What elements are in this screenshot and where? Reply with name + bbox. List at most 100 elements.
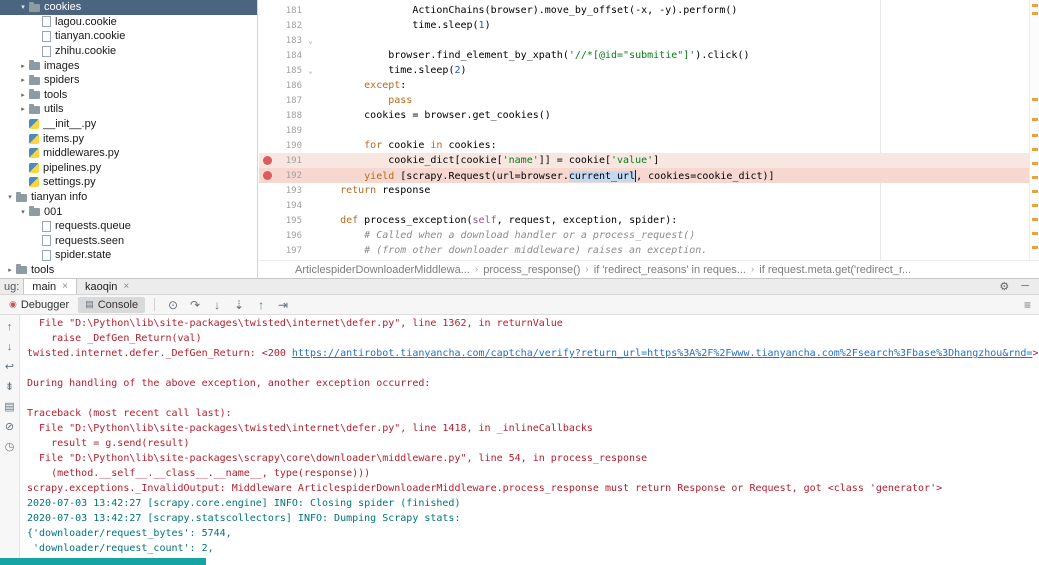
code-line-190[interactable]: 190 for cookie in cookies: [259,138,1039,153]
error-stripe[interactable] [1029,0,1039,260]
tree-item-001[interactable]: ▾ 001 [0,204,257,219]
expanded-arrow-icon[interactable]: ▾ [4,193,16,201]
code-line-182[interactable]: 182 time.sleep(1) [259,18,1039,33]
step-over-icon[interactable]: ↷ [184,298,206,312]
tree-item-requests-seen[interactable]: requests.seen [0,234,257,249]
code-text[interactable]: for cookie in cookies: [316,140,496,151]
breakpoint-gutter[interactable] [259,183,275,198]
line-number[interactable]: 185 [275,66,305,76]
line-number[interactable]: 197 [275,246,305,256]
code-line-191[interactable]: 191 cookie_dict[cookie['name']] = cookie[… [259,153,1039,168]
warning-tick[interactable] [1032,176,1038,179]
tree-item-spiders[interactable]: ▸ spiders [0,73,257,88]
line-number[interactable]: 186 [275,81,305,91]
warning-tick[interactable] [1032,246,1038,249]
code-line-187[interactable]: 187 pass [259,93,1039,108]
code-text[interactable]: cookie_dict[cookie['name']] = cookie['va… [316,155,659,166]
code-line-184[interactable]: 184 browser.find_element_by_xpath('//*[@i… [259,48,1039,63]
code-text[interactable]: yield [scrapy.Request(url=browser.curren… [316,169,775,182]
code-text[interactable]: ActionChains(browser).move_by_offset(-x,… [316,5,737,16]
breakpoint-gutter[interactable] [259,3,275,18]
history-icon[interactable]: ◷ [2,440,18,454]
taskbar-fragment[interactable] [0,558,206,565]
step-out-icon[interactable]: ↑ [250,298,272,312]
line-number[interactable]: 182 [275,21,305,31]
breakpoint-gutter[interactable] [259,18,275,33]
code-editor[interactable]: 181 ActionChains(browser).move_by_offset(… [259,0,1039,260]
warning-tick[interactable] [1032,134,1038,137]
down-stack-trace-icon[interactable]: ↓ [2,340,18,354]
tree-item-lagou-cookie[interactable]: lagou.cookie [0,15,257,30]
breakpoint-gutter[interactable] [259,138,275,153]
collapsed-arrow-icon[interactable]: ▸ [17,76,29,84]
fold-arrow-icon[interactable]: ⌄ [305,36,316,45]
warning-tick[interactable] [1032,98,1038,101]
line-number[interactable]: 193 [275,186,305,196]
line-number[interactable]: 183 [275,36,305,46]
breakpoint-gutter[interactable] [259,78,275,93]
up-stack-trace-icon[interactable]: ↑ [2,320,18,334]
settings-gear-icon[interactable]: ⚙ [999,280,1009,293]
expanded-arrow-icon[interactable]: ▾ [17,208,29,216]
breakpoint-gutter[interactable] [259,213,275,228]
warning-tick[interactable] [1032,118,1038,121]
breadcrumb-item[interactable]: ArticlespiderDownloaderMiddlewa... [295,264,470,276]
breakpoint-gutter[interactable] [259,123,275,138]
code-line-192[interactable]: 192 yield [scrapy.Request(url=browser.cur… [259,168,1039,183]
line-number[interactable]: 189 [275,126,305,136]
line-number[interactable]: 194 [275,201,305,211]
warning-tick[interactable] [1032,4,1038,7]
breakpoint-gutter[interactable] [259,108,275,123]
tree-item-init-py[interactable]: __init__.py [0,117,257,132]
line-number[interactable]: 191 [275,156,305,166]
breakpoint-gutter[interactable] [259,63,275,78]
code-text[interactable]: # Called when a download handler or a pr… [316,230,695,241]
code-line-183[interactable]: 183 ⌄ [259,33,1039,48]
tree-item-cookies[interactable]: ▾ cookies [0,0,257,15]
console-menu-icon[interactable]: ≡ [1024,298,1031,312]
warning-tick[interactable] [1032,162,1038,165]
tree-item-requests-queue[interactable]: requests.queue [0,219,257,234]
run-tab-main[interactable]: main × [23,279,77,294]
breakpoint-icon[interactable] [262,156,272,165]
code-text[interactable]: time.sleep(2) [316,65,466,76]
soft-wrap-icon[interactable]: ↩ [2,360,18,374]
close-icon[interactable]: × [62,281,68,292]
code-text[interactable]: time.sleep(1) [316,20,490,31]
code-text[interactable]: # (from other downloader middleware) rai… [316,245,707,256]
tree-item-middlewares-py[interactable]: middlewares.py [0,146,257,161]
tree-item-images[interactable]: ▸ images [0,58,257,73]
breakpoint-gutter[interactable] [259,153,275,168]
breadcrumb-item[interactable]: if 'redirect_reasons' in reques... [594,264,746,276]
panel-tab-console[interactable]: ▤ Console [78,296,146,313]
collapsed-arrow-icon[interactable]: ▸ [17,105,29,113]
code-line-186[interactable]: 186 except: [259,78,1039,93]
breakpoint-gutter[interactable] [259,198,275,213]
line-number[interactable]: 187 [275,96,305,106]
collapsed-arrow-icon[interactable]: ▸ [17,91,29,99]
line-number[interactable]: 195 [275,216,305,226]
code-line-181[interactable]: 181 ActionChains(browser).move_by_offset(… [259,3,1039,18]
tree-item-spider-state[interactable]: spider.state [0,248,257,263]
line-number[interactable]: 188 [275,111,305,121]
warning-tick[interactable] [1032,12,1038,15]
tree-item-settings-py[interactable]: settings.py [0,175,257,190]
run-to-cursor-icon[interactable]: ⇥ [272,298,294,312]
scroll-to-end-icon[interactable]: ⇟ [2,380,18,394]
line-number[interactable]: 184 [275,51,305,61]
breakpoint-gutter[interactable] [259,48,275,63]
collapsed-arrow-icon[interactable]: ▸ [17,62,29,70]
warning-tick[interactable] [1032,218,1038,221]
line-number[interactable]: 181 [275,6,305,16]
breakpoint-gutter[interactable] [259,93,275,108]
code-line-193[interactable]: 193 return response [259,183,1039,198]
code-line-188[interactable]: 188 cookies = browser.get_cookies() [259,108,1039,123]
code-line-197[interactable]: 197 # (from other downloader middleware) … [259,243,1039,258]
line-number[interactable]: 190 [275,141,305,151]
warning-tick[interactable] [1032,148,1038,151]
code-line-189[interactable]: 189 [259,123,1039,138]
breakpoint-gutter[interactable] [259,243,275,258]
breakpoint-icon[interactable] [262,171,272,180]
run-tab-kaoqin[interactable]: kaoqin × [77,279,137,294]
warning-tick[interactable] [1032,204,1038,207]
